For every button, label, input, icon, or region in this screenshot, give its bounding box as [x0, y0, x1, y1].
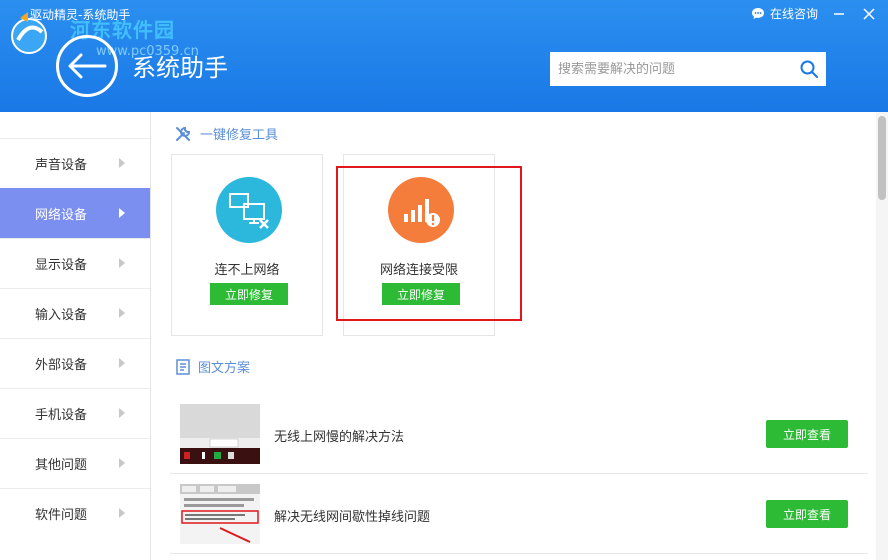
chevron-right-icon	[119, 458, 125, 468]
close-icon	[863, 7, 875, 20]
sidebar-item-label: 网络设备	[35, 208, 88, 223]
repair-card-limited-network: 网络连接受限 立即修复	[343, 154, 495, 336]
chevron-right-icon	[119, 308, 125, 318]
sidebar-item-other[interactable]: 其他问题	[0, 438, 150, 488]
sidebar-item-label: 外部设备	[35, 358, 88, 373]
repair-card-label: 连不上网络	[214, 263, 280, 278]
sidebar-item-label: 手机设备	[35, 408, 88, 423]
chevron-right-icon	[119, 158, 125, 168]
sidebar-item-display[interactable]: 显示设备	[0, 238, 150, 288]
close-button[interactable]	[860, 6, 878, 22]
fix-now-button[interactable]: 立即修复	[210, 283, 288, 305]
page-title: 系统助手	[132, 54, 228, 82]
articles-heading: 图文方案	[176, 357, 250, 376]
online-consult-label: 在线咨询	[769, 7, 818, 21]
chevron-right-icon	[119, 408, 125, 418]
chevron-right-icon	[119, 258, 125, 268]
section-title-text: 图文方案	[198, 361, 251, 376]
chevron-right-icon	[119, 208, 125, 218]
sidebar: 声音设备 网络设备 显示设备 输入设备 外部设备 手机设备 其他问题 软件问题	[0, 112, 151, 560]
sidebar-item-label: 软件问题	[35, 508, 88, 523]
section-title-text: 一键修复工具	[200, 128, 279, 143]
article-row: 解决无线网间歇性掉线问题 立即查看	[170, 478, 868, 554]
repair-card-label: 网络连接受限	[379, 263, 458, 278]
window-controls: 在线咨询	[751, 5, 878, 22]
scrollbar-thumb[interactable]	[878, 116, 886, 200]
document-icon	[176, 358, 190, 375]
signal-warning-icon	[388, 177, 454, 243]
minimize-icon	[834, 12, 844, 15]
minimize-button[interactable]	[830, 6, 848, 22]
article-title[interactable]: 无线上网慢的解决方法	[274, 426, 404, 445]
search-box	[550, 52, 826, 86]
chat-bubble-icon	[751, 8, 764, 19]
sidebar-item-external[interactable]: 外部设备	[0, 338, 150, 388]
article-thumbnail	[180, 484, 260, 544]
view-now-button[interactable]: 立即查看	[766, 500, 848, 528]
repair-tools-heading: 一键修复工具	[174, 124, 278, 143]
arrow-left-icon	[68, 53, 107, 79]
article-title[interactable]: 解决无线网间歇性掉线问题	[274, 506, 430, 525]
search-button[interactable]	[792, 52, 826, 86]
sidebar-item-label: 显示设备	[35, 258, 88, 273]
repair-card-no-network: 连不上网络 立即修复	[171, 154, 323, 336]
sidebar-item-software[interactable]: 软件问题	[0, 488, 150, 538]
sidebar-item-label: 其他问题	[35, 458, 88, 473]
online-consult-button[interactable]: 在线咨询	[751, 5, 818, 22]
tools-icon	[176, 126, 191, 141]
fix-now-button[interactable]: 立即修复	[382, 283, 460, 305]
chevron-right-icon	[119, 358, 125, 368]
search-input[interactable]	[558, 61, 792, 77]
sidebar-item-label: 输入设备	[35, 308, 88, 323]
sidebar-item-network[interactable]: 网络设备	[0, 188, 150, 238]
article-row: 无线上网慢的解决方法 立即查看	[170, 398, 868, 474]
header: 驱动精灵-系统助手 河东软件园 www.pc0359.cn 系统助手 在线咨询	[0, 0, 888, 112]
sidebar-item-sound[interactable]: 声音设备	[0, 138, 150, 188]
chevron-right-icon	[119, 508, 125, 518]
back-button[interactable]	[56, 35, 118, 97]
sidebar-item-phone[interactable]: 手机设备	[0, 388, 150, 438]
scrollbar[interactable]	[876, 112, 888, 560]
search-icon	[800, 60, 818, 78]
article-thumbnail	[180, 404, 260, 464]
sidebar-item-label: 声音设备	[35, 158, 88, 173]
sidebar-item-input[interactable]: 输入设备	[0, 288, 150, 338]
network-disconnected-icon	[216, 177, 282, 243]
view-now-button[interactable]: 立即查看	[766, 420, 848, 448]
